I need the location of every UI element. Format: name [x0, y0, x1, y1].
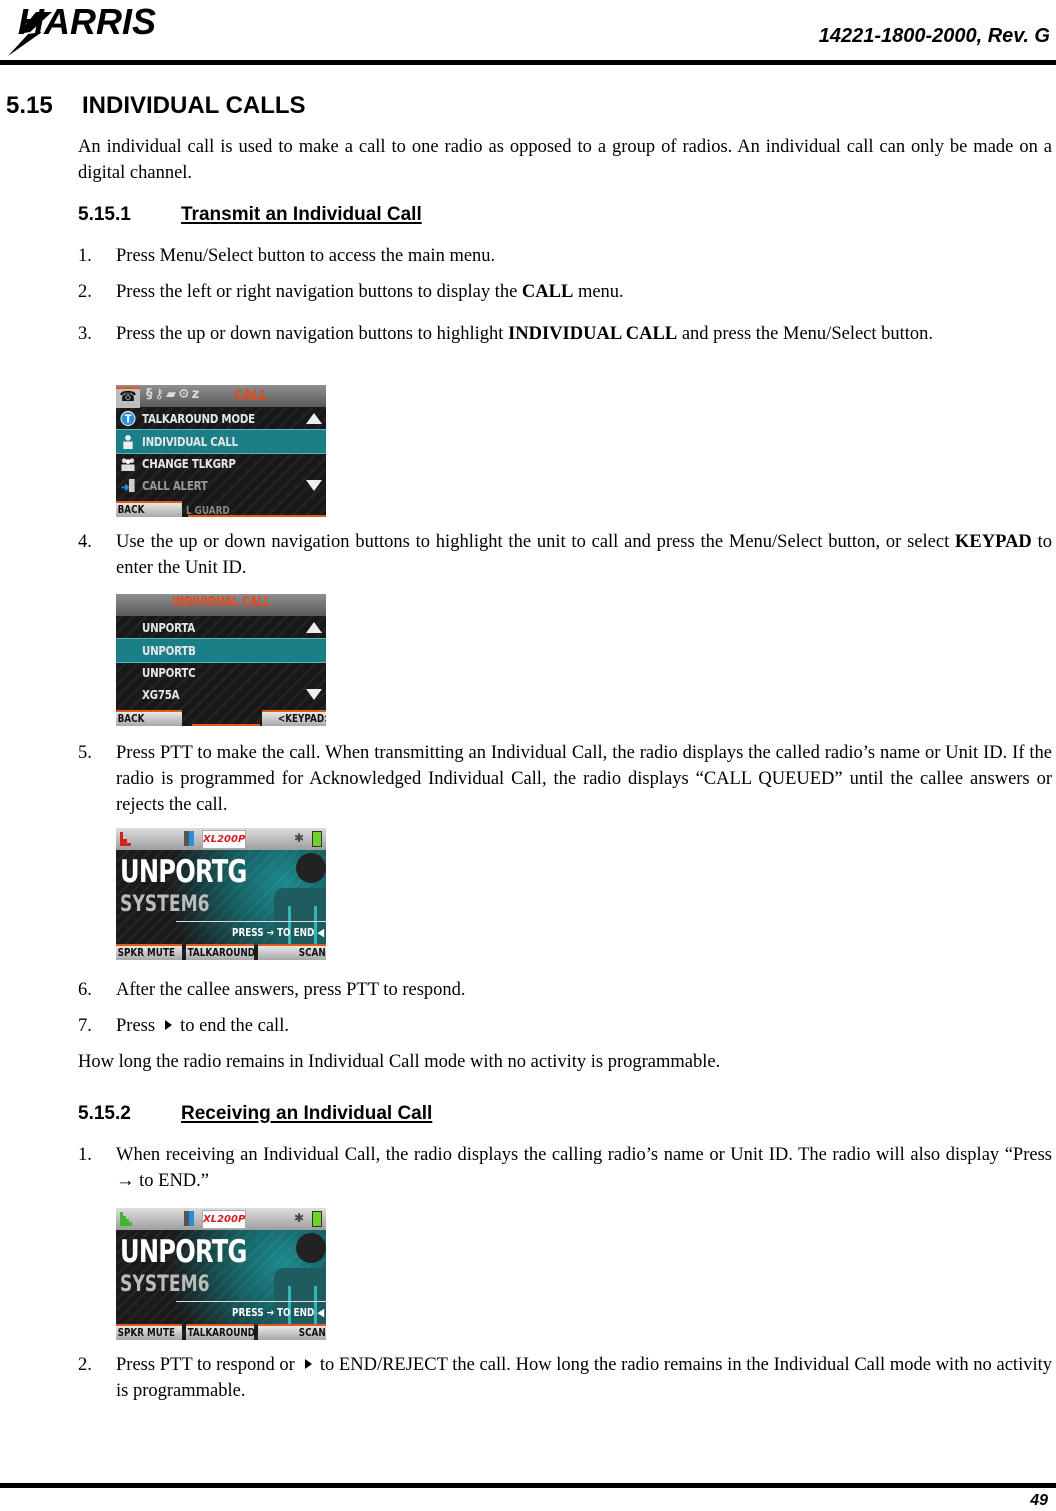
- person-head-graphic: [296, 853, 326, 883]
- subsection-number: 5.15.2: [78, 1103, 131, 1124]
- battery-icon: [312, 1211, 322, 1227]
- scroll-up-icon[interactable]: [306, 413, 322, 424]
- menu-item-change-tlkgrp[interactable]: CHANGE TLKGRP: [116, 452, 326, 475]
- step-3: 3. Press the up or down navigation butto…: [78, 324, 934, 344]
- softkey-bar: BACK <KEYPAD>: [116, 710, 326, 726]
- channel-indicator-icon: [184, 831, 194, 846]
- model-badge: XL200P: [202, 830, 246, 849]
- person-icon: [123, 434, 133, 449]
- model-badge: XL200P: [202, 1210, 246, 1229]
- footer-rule: [0, 1483, 1056, 1488]
- battery-icon: [312, 831, 322, 847]
- talkaround-softkey[interactable]: TALKAROUND: [186, 944, 254, 960]
- receive-step-1: 1. When receiving an Individual Call, th…: [78, 1145, 1052, 1191]
- channel-indicator-icon: [184, 1211, 194, 1226]
- timeout-note: How long the radio remains in Individual…: [78, 1052, 721, 1072]
- person-head-graphic: [296, 1233, 326, 1263]
- unit-item-selected[interactable]: UNPORTB: [116, 638, 326, 663]
- step-5: 5. Press PTT to make the call. When tran…: [78, 743, 1052, 815]
- scan-softkey[interactable]: SCAN: [258, 1324, 326, 1340]
- step-1: 1. Press Menu/Select button to access th…: [78, 246, 496, 266]
- section-title: INDIVIDUAL CALLS: [82, 92, 306, 119]
- scan-icon: §: [146, 387, 155, 402]
- harris-logo: HARRIS: [6, 1, 226, 56]
- called-unit-name: UNPORTG: [120, 854, 247, 890]
- softkey-bar: SPKR MUTE TALKAROUND SCAN: [116, 944, 326, 960]
- step-7: 7. Press to end the call.: [78, 1016, 289, 1036]
- bluetooth-icon: ✱: [294, 831, 305, 845]
- back-softkey[interactable]: BACK: [116, 501, 182, 517]
- sleep-icon: z: [191, 387, 202, 402]
- subsection-heading-transmit: 5.15.1 Transmit an Individual Call: [78, 204, 422, 226]
- unit-item[interactable]: XG75A: [116, 683, 326, 706]
- receive-call-screen: XL200P ✱ UNPORTG SYSTEM6 PRESS → TO END …: [116, 1208, 326, 1340]
- call-display: UNPORTG SYSTEM6 PRESS → TO END ◀: [116, 850, 326, 945]
- keypad-softkey[interactable]: <KEYPAD>: [262, 710, 326, 726]
- menu-item-talkaround[interactable]: T TALKAROUND MODE: [116, 407, 326, 430]
- call-menu-term: CALL: [521, 282, 574, 302]
- system-name: SYSTEM6: [120, 1272, 210, 1297]
- scroll-up-icon[interactable]: [306, 622, 322, 633]
- scan-softkey[interactable]: SCAN: [258, 944, 326, 960]
- transmit-call-screen: XL200P ✱ UNPORTG SYSTEM6 PRESS → TO END …: [116, 828, 326, 960]
- press-to-end-prompt: PRESS → TO END ◀: [231, 1306, 324, 1319]
- step-6: 6. After the callee answers, press PTT t…: [78, 980, 466, 1000]
- call-menu-screen: ☎ §⚷▰⚙z CALL T TALKAROUND MODE INDIVIDUA…: [116, 385, 326, 517]
- group-icon: [121, 458, 135, 471]
- menu-tab-icons: §⚷▰⚙z: [146, 387, 201, 402]
- section-heading: 5.15 INDIVIDUAL CALLS: [6, 92, 306, 120]
- unit-item[interactable]: UNPORTA: [116, 616, 326, 639]
- signal-strength-icon: [120, 832, 131, 846]
- right-arrow-button-icon: [304, 1359, 312, 1369]
- back-softkey[interactable]: BACK: [116, 710, 182, 726]
- menu-item-call-alert[interactable]: CALL ALERT: [116, 474, 326, 497]
- intro-paragraph: An individual call is used to make a cal…: [78, 137, 1052, 183]
- step-2: 2. Press the left or right navigation bu…: [78, 282, 624, 302]
- spkr-mute-softkey[interactable]: SPKR MUTE: [116, 1324, 182, 1340]
- message-icon: ▰: [166, 387, 179, 402]
- spkr-mute-softkey[interactable]: SPKR MUTE: [116, 944, 182, 960]
- unit-list-screen: INDIVIDUAL CALL UNPORTA UNPORTB UNPORTC …: [116, 594, 326, 726]
- menu-item-individual-call[interactable]: INDIVIDUAL CALL: [116, 429, 326, 454]
- scroll-down-icon[interactable]: [306, 689, 322, 700]
- call-alert-icon: [121, 478, 135, 493]
- document-number: 14221-1800-2000, Rev. G: [818, 25, 1050, 47]
- key-icon: ⚷: [154, 387, 167, 402]
- status-bar: XL200P ✱: [116, 828, 326, 850]
- call-display: UNPORTG SYSTEM6 PRESS → TO END ◀: [116, 1230, 326, 1325]
- bluetooth-icon: ✱: [294, 1211, 305, 1225]
- receive-step-2: 2. Press PTT to respond or to END/REJECT …: [78, 1355, 1052, 1401]
- subsection-number: 5.15.1: [78, 204, 131, 225]
- step-4: 4. Use the up or down navigation buttons…: [78, 532, 1052, 578]
- menu-tab-bar: ☎ §⚷▰⚙z CALL: [116, 385, 326, 408]
- subsection-title: Transmit an Individual Call: [181, 204, 422, 225]
- menu-title: CALL: [234, 386, 268, 404]
- gear-icon: ⚙: [178, 387, 192, 402]
- unit-item[interactable]: UNPORTC: [116, 661, 326, 684]
- softkey-bar: SPKR MUTE TALKAROUND SCAN: [116, 1324, 326, 1340]
- talkaround-softkey[interactable]: TALKAROUND: [186, 1324, 254, 1340]
- subsection-heading-receive: 5.15.2 Receiving an Individual Call: [78, 1103, 432, 1125]
- system-name: SYSTEM6: [120, 892, 210, 917]
- subsection-title: Receiving an Individual Call: [181, 1103, 433, 1124]
- signal-strength-icon: [120, 1212, 132, 1226]
- scroll-down-icon[interactable]: [306, 480, 322, 491]
- header-rule: [0, 60, 1056, 65]
- press-to-end-prompt: PRESS → TO END ◀: [231, 926, 324, 939]
- svg-text:T: T: [125, 413, 132, 425]
- calling-unit-name: UNPORTG: [120, 1234, 247, 1270]
- unit-list-titlebar: INDIVIDUAL CALL: [116, 594, 326, 616]
- phone-icon: ☎: [116, 387, 140, 408]
- keypad-term: KEYPAD: [955, 532, 1032, 552]
- right-arrow-button-icon: [165, 1020, 173, 1030]
- section-number: 5.15: [6, 92, 53, 119]
- softkey-bar: BACK L GUARD: [116, 501, 326, 517]
- page-number: 49: [1030, 1492, 1048, 1509]
- status-bar: XL200P ✱: [116, 1208, 326, 1230]
- talkaround-icon: T: [120, 411, 136, 426]
- unit-list-title: INDIVIDUAL CALL: [171, 595, 271, 610]
- individual-call-term: INDIVIDUAL CALL: [508, 324, 678, 344]
